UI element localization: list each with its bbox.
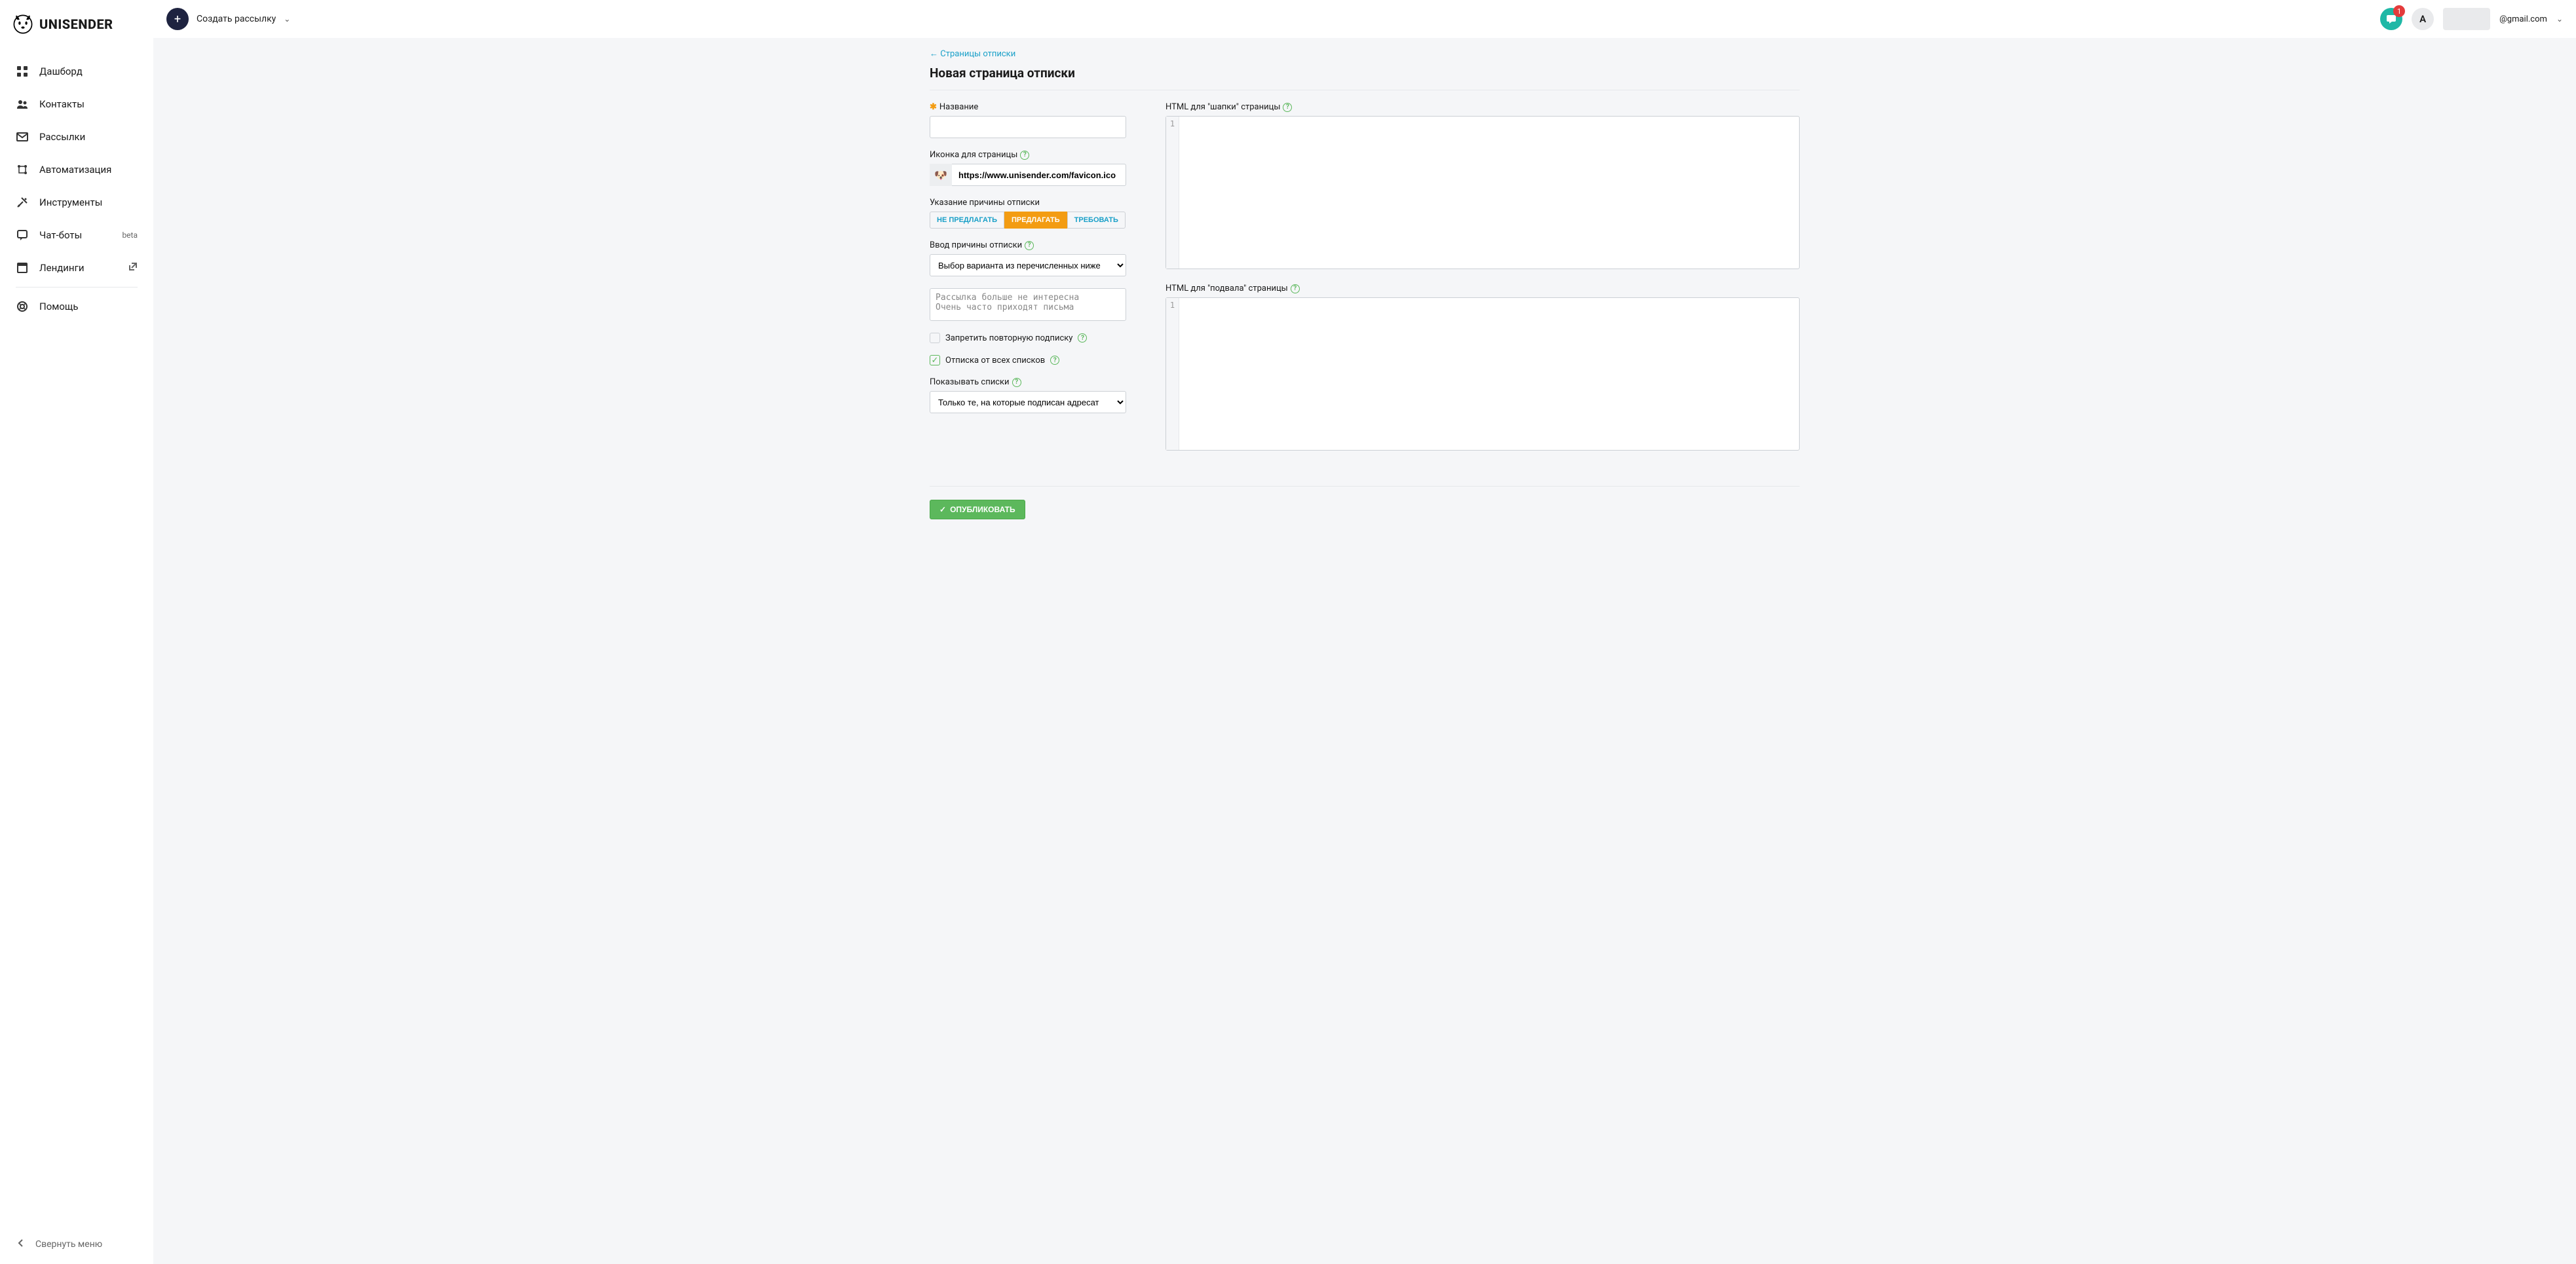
reason-mode-offer[interactable]: ПРЕДЛАГАТЬ: [1004, 212, 1067, 229]
header-html-editor[interactable]: 1: [1165, 116, 1800, 269]
unsubscribe-all-row: ✓ Отписка от всех списков ?: [930, 355, 1126, 365]
reason-mode-require[interactable]: ТРЕБОВАТЬ: [1067, 212, 1126, 229]
breadcrumb: ← Страницы отписки: [930, 45, 1800, 65]
field-favicon: Иконка для страницы? 🐶: [930, 150, 1126, 186]
name-input[interactable]: [930, 116, 1126, 138]
nav-divider: [16, 287, 138, 288]
help-icon[interactable]: ?: [1012, 378, 1021, 387]
field-footer-html: HTML для "подвала" страницы? 1: [1165, 284, 1800, 451]
topbar: + Создать рассылку ⌄ 1 A @gmail.com ⌄: [153, 0, 2576, 38]
deny-resubscribe-checkbox[interactable]: [930, 333, 940, 343]
logo-dog-icon: [12, 13, 34, 35]
name-label: Название: [939, 102, 978, 112]
deny-resubscribe-row: Запретить повторную подписку ?: [930, 333, 1126, 343]
help-icon[interactable]: ?: [1283, 103, 1292, 112]
sidebar-item-label: Помощь: [39, 301, 138, 312]
sidebar-item-label: Автоматизация: [39, 164, 138, 176]
plus-icon: +: [166, 8, 189, 30]
field-name: ✱Название: [930, 102, 1126, 138]
deny-resubscribe-label: Запретить повторную подписку: [945, 333, 1072, 343]
collapse-label: Свернуть меню: [35, 1239, 102, 1250]
tools-icon: [16, 196, 29, 209]
email-redacted: [2443, 8, 2490, 30]
favicon-preview: 🐶: [930, 164, 952, 186]
chevron-down-icon: ⌄: [284, 14, 290, 24]
field-show-lists: Показывать списки? Только те, на которые…: [930, 377, 1126, 413]
landing-icon: [16, 261, 29, 274]
external-link-icon: [128, 262, 138, 274]
reason-input-select[interactable]: Выбор варианта из перечисленных ниже: [930, 254, 1126, 276]
chat-button[interactable]: 1: [2380, 8, 2402, 30]
sidebar-item-label: Дашборд: [39, 65, 138, 77]
sidebar-item-label: Контакты: [39, 98, 138, 110]
field-header-html: HTML для "шапки" страницы? 1: [1165, 102, 1800, 269]
favicon-label: Иконка для страницы: [930, 150, 1017, 160]
footer-bar: ✓ ОПУБЛИКОВАТЬ: [930, 486, 1800, 519]
publish-button[interactable]: ✓ ОПУБЛИКОВАТЬ: [930, 500, 1025, 519]
sidebar-item-automation[interactable]: Автоматизация: [0, 153, 153, 186]
email-suffix: @gmail.com: [2499, 14, 2547, 24]
logo[interactable]: UNISENDER: [0, 7, 153, 48]
unsubscribe-all-checkbox[interactable]: ✓: [930, 355, 940, 365]
reason-input-label: Ввод причины отписки: [930, 240, 1022, 250]
account-chevron-down-icon[interactable]: ⌄: [2556, 14, 2563, 24]
sidebar-item-tools[interactable]: Инструменты: [0, 186, 153, 219]
chatbot-icon: [16, 229, 29, 242]
gutter: 1: [1166, 298, 1179, 450]
sidebar-item-label: Рассылки: [39, 131, 138, 143]
sidebar-item-dashboard[interactable]: Дашборд: [0, 55, 153, 88]
chevron-left-icon: [16, 1238, 26, 1251]
sidebar: UNISENDER Дашборд Контакты Рассылки Авто…: [0, 0, 153, 1264]
main-nav: Дашборд Контакты Рассылки Автоматизация …: [0, 48, 153, 329]
required-asterisk: ✱: [930, 102, 937, 112]
reason-mode-label: Указание причины отписки: [930, 198, 1040, 208]
create-label: Создать рассылку: [197, 14, 276, 24]
footer-html-label: HTML для "подвала" страницы: [1165, 284, 1288, 293]
sidebar-item-landings[interactable]: Лендинги: [0, 251, 153, 284]
show-lists-select[interactable]: Только те, на которые подписан адресат: [930, 391, 1126, 413]
header-html-label: HTML для "шапки" страницы: [1165, 102, 1280, 112]
content: ← Страницы отписки Новая страница отписк…: [906, 38, 1823, 539]
reasons-textarea[interactable]: [930, 288, 1126, 321]
sidebar-item-chatbots[interactable]: Чат-боты beta: [0, 219, 153, 251]
collapse-menu[interactable]: Свернуть меню: [0, 1225, 153, 1264]
field-reason-input: Ввод причины отписки? Выбор варианта из …: [930, 240, 1126, 276]
create-campaign-button[interactable]: + Создать рассылку ⌄: [166, 8, 290, 30]
gutter: 1: [1166, 117, 1179, 269]
beta-badge: beta: [122, 231, 138, 240]
sidebar-item-contacts[interactable]: Контакты: [0, 88, 153, 121]
avatar[interactable]: A: [2412, 8, 2434, 30]
breadcrumb-link[interactable]: ← Страницы отписки: [930, 49, 1015, 59]
sidebar-item-label: Инструменты: [39, 196, 138, 208]
mail-icon: [16, 130, 29, 143]
contacts-icon: [16, 98, 29, 111]
sidebar-item-help[interactable]: Помощь: [0, 290, 153, 323]
help-icon[interactable]: ?: [1078, 333, 1087, 343]
sidebar-item-campaigns[interactable]: Рассылки: [0, 121, 153, 153]
publish-label: ОПУБЛИКОВАТЬ: [950, 505, 1015, 514]
unsubscribe-all-label: Отписка от всех списков: [945, 356, 1045, 365]
help-icon[interactable]: ?: [1025, 241, 1034, 250]
help-icon[interactable]: ?: [1050, 356, 1059, 365]
sidebar-item-label: Лендинги: [39, 262, 118, 274]
check-icon: ✓: [939, 505, 946, 514]
help-icon[interactable]: ?: [1020, 151, 1029, 160]
logo-text: UNISENDER: [39, 16, 113, 32]
page-title: Новая страница отписки: [930, 65, 1800, 90]
sidebar-item-label: Чат-боты: [39, 229, 111, 241]
field-reason-mode: Указание причины отписки НЕ ПРЕДЛАГАТЬ П…: [930, 198, 1126, 229]
reason-mode-no[interactable]: НЕ ПРЕДЛАГАТЬ: [930, 212, 1004, 229]
dashboard-icon: [16, 65, 29, 78]
help-icon[interactable]: ?: [1291, 284, 1300, 293]
automation-icon: [16, 163, 29, 176]
show-lists-label: Показывать списки: [930, 377, 1010, 387]
footer-html-editor[interactable]: 1: [1165, 297, 1800, 451]
favicon-url-input[interactable]: [952, 164, 1126, 186]
notification-badge: 1: [2393, 5, 2405, 17]
help-icon: [16, 300, 29, 313]
